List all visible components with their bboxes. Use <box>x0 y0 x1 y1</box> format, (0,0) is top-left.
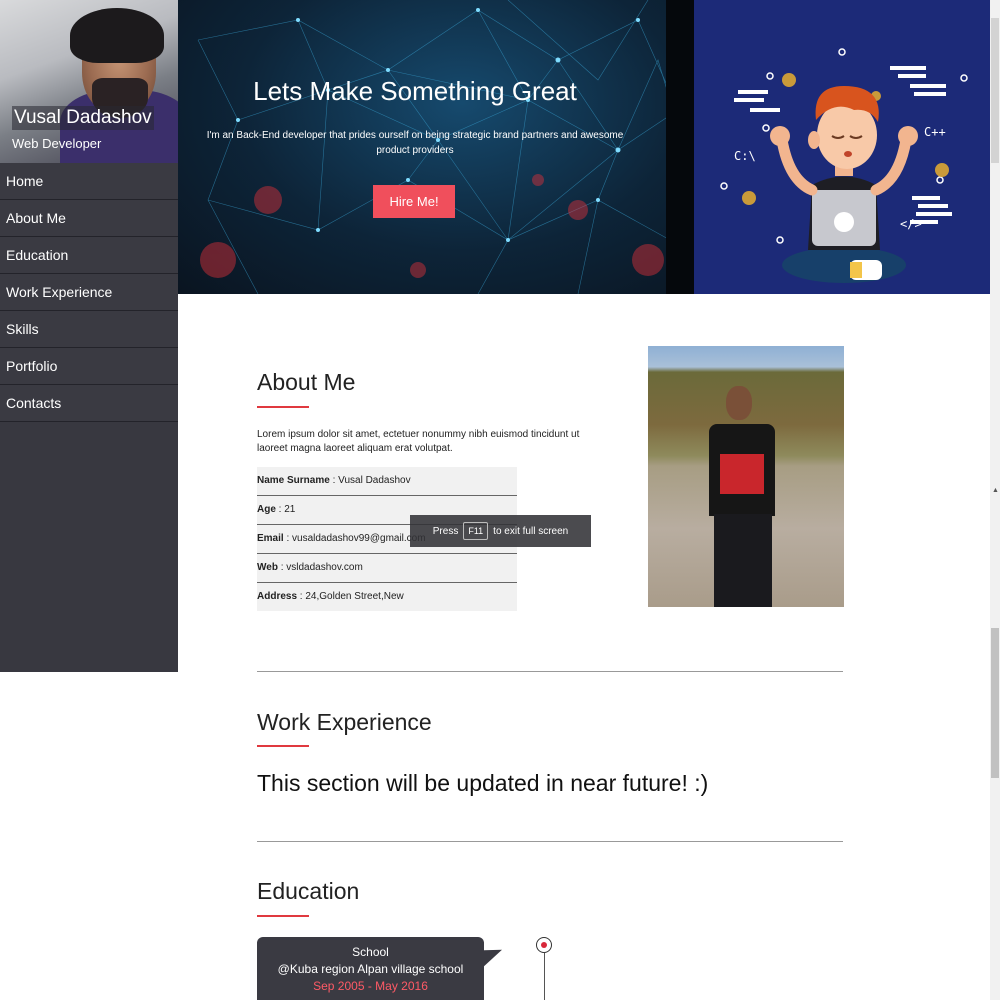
about-title-underline <box>257 406 309 408</box>
fullscreen-toast: Press F11 to exit full screen <box>410 515 591 547</box>
timeline-dot <box>536 937 552 953</box>
svg-text:C:\: C:\ <box>734 149 756 163</box>
profile-header: Vusal Dadashov Web Developer <box>0 0 178 163</box>
photo-person-shirt-print <box>720 454 764 494</box>
work-title: Work Experience <box>257 709 432 735</box>
nav-item-work-experience[interactable]: Work Experience <box>0 274 178 311</box>
toast-prefix: Press <box>432 525 459 537</box>
sidebar: Vusal Dadashov Web Developer Home About … <box>0 0 178 672</box>
info-value: : Vusal Dadashov <box>329 475 411 486</box>
nav-item-contacts[interactable]: Contacts <box>0 385 178 422</box>
info-value: : vusaldadashov99@gmail.com <box>283 533 426 544</box>
education-card-pointer <box>484 941 502 967</box>
hire-me-button[interactable]: Hire Me! <box>373 185 455 218</box>
nav-item-home[interactable]: Home <box>0 163 178 200</box>
nav-item-portfolio[interactable]: Portfolio <box>0 348 178 385</box>
toast-key: F11 <box>463 522 489 540</box>
section-divider <box>257 841 843 842</box>
info-label: Age <box>257 504 276 515</box>
scrollbar-track-highlight <box>991 18 999 163</box>
info-value: : 24,Golden Street,New <box>297 591 404 602</box>
info-label: Email <box>257 533 284 544</box>
photo-person-legs <box>714 514 772 607</box>
education-label: School <box>352 945 389 959</box>
developer-illustration: C:\ C++ </> <box>694 0 990 294</box>
svg-text:</>: </> <box>900 217 922 231</box>
about-description: Lorem ipsum dolor sit amet, ectetuer non… <box>257 429 580 454</box>
education-title-underline <box>257 915 309 917</box>
info-label: Address <box>257 591 298 602</box>
scroll-arrow-icon[interactable]: ▲ <box>992 487 999 494</box>
hero-title: Lets Make Something Great <box>253 76 577 106</box>
nav-item-skills[interactable]: Skills <box>0 311 178 348</box>
info-row-address: Address : 24,Golden Street,New <box>257 583 517 611</box>
nav-item-education[interactable]: Education <box>0 237 178 274</box>
education-title: Education <box>257 878 360 904</box>
info-label: Web <box>257 562 278 573</box>
info-row-name: Name Surname : Vusal Dadashov <box>257 467 517 496</box>
work-update-message: This section will be updated in near fut… <box>257 770 709 796</box>
education-date: Sep 2005 - May 2016 <box>313 979 428 993</box>
svg-text:C++: C++ <box>924 125 946 139</box>
profile-photo-hair <box>70 8 164 63</box>
about-photo <box>648 346 844 607</box>
section-divider <box>257 671 843 672</box>
education-place: @Kuba region Alpan village school <box>277 962 464 976</box>
main-nav: Home About Me Education Work Experience … <box>0 163 178 422</box>
hero-edge-strip <box>666 0 694 294</box>
info-row-web: Web : vsldadashov.com <box>257 554 517 583</box>
profile-name: Vusal Dadashov <box>12 106 154 130</box>
timeline-line <box>544 953 545 1000</box>
nav-item-about-me[interactable]: About Me <box>0 200 178 237</box>
toast-suffix: to exit full screen <box>493 525 569 537</box>
photo-person-head <box>726 386 752 420</box>
page-scrollbar[interactable]: ▲ <box>990 0 1000 1000</box>
about-title: About Me <box>257 369 356 395</box>
hero-subtitle: I'm an Back-End developer that prides ou… <box>206 130 624 156</box>
scrollbar-thumb[interactable] <box>991 628 999 778</box>
timeline-dot-center <box>541 942 547 948</box>
hero-banner: Lets Make Something Great I'm an Back-En… <box>178 0 694 294</box>
info-value: : vsldadashov.com <box>277 562 363 573</box>
info-value: : 21 <box>275 504 296 515</box>
education-card: School @Kuba region Alpan village school… <box>257 937 484 1000</box>
info-label: Name Surname <box>257 475 330 486</box>
meditating-developer-icon: C:\ C++ </> <box>720 48 968 283</box>
profile-role: Web Developer <box>12 136 102 151</box>
work-title-underline <box>257 745 309 747</box>
